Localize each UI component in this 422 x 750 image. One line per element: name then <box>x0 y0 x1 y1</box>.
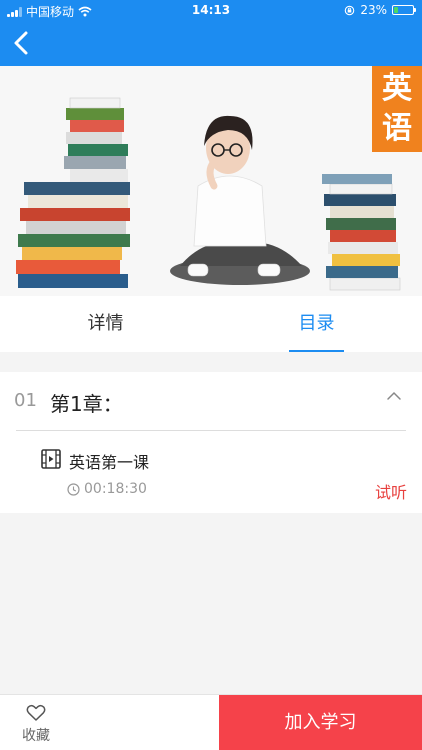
heart-icon <box>26 704 46 721</box>
tab-catalog-label: 目录 <box>298 313 335 334</box>
course-catalog: 01 第1章： 英语第一课 00:18:30 试听 <box>0 372 422 513</box>
trial-listen-button[interactable]: 试听 <box>375 479 407 503</box>
top-bar: 中国移动 14:13 23% <box>0 0 422 66</box>
video-icon <box>41 449 61 469</box>
tab-details[interactable]: 详情 <box>0 296 211 352</box>
battery-fill <box>394 7 398 13</box>
lesson-duration: 00:18:30 <box>84 481 147 497</box>
battery-icon <box>392 5 416 15</box>
clock-icon <box>67 483 80 496</box>
chevron-up-icon[interactable] <box>386 390 402 402</box>
status-bar: 中国移动 14:13 23% <box>0 0 422 22</box>
join-study-button[interactable]: 加入学习 <box>219 695 422 750</box>
tab-bar: 详情 目录 <box>0 296 422 352</box>
course-cover-image: 英语 <box>0 66 422 296</box>
back-button[interactable] <box>10 30 34 56</box>
lesson-title: 英语第一课 <box>69 453 150 472</box>
tab-catalog[interactable]: 目录 <box>211 296 422 352</box>
tab-details-label: 详情 <box>87 313 124 334</box>
status-right: 23% <box>344 3 416 17</box>
book-stack-right <box>322 174 401 291</box>
chapter-number: 01 <box>14 390 37 411</box>
join-study-label: 加入学习 <box>284 712 357 733</box>
lesson-item[interactable]: 英语第一课 00:18:30 试听 <box>0 431 422 513</box>
battery-percent: 23% <box>360 3 387 17</box>
app-screen: 中国移动 14:13 23% 英语 详情 目录 01 第1章： 英语第一课 00… <box>0 0 422 750</box>
cover-illustration <box>0 66 422 296</box>
chapter-header[interactable]: 01 第1章： <box>0 372 422 430</box>
favorite-button[interactable]: 收藏 <box>0 695 70 750</box>
subject-tag: 英语 <box>372 66 422 152</box>
rotation-lock-icon <box>345 5 355 15</box>
favorite-label: 收藏 <box>22 728 50 744</box>
chapter-title: 第1章： <box>50 392 123 416</box>
bottom-action-bar: 收藏 加入学习 <box>0 694 422 750</box>
tab-active-indicator <box>289 350 344 352</box>
